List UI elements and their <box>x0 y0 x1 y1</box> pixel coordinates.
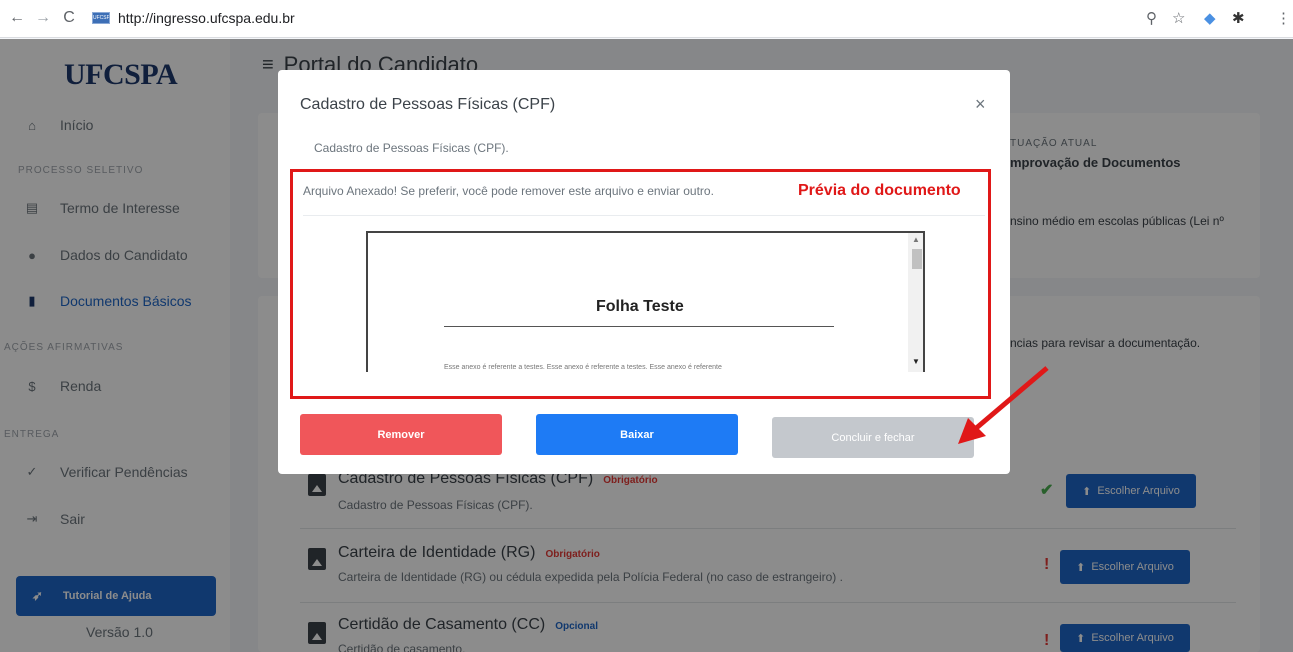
favicon-icon: UFCSPA <box>92 12 110 24</box>
browser-toolbar: ← → C UFCSPA http://ingresso.ufcspa.edu.… <box>0 0 1293 38</box>
url-text: http://ingresso.ufcspa.edu.br <box>118 10 295 26</box>
puzzle-icon[interactable]: ✱ <box>1232 9 1245 27</box>
reload-icon[interactable]: C <box>58 9 80 27</box>
scroll-thumb[interactable] <box>912 249 922 269</box>
zoom-icon[interactable]: ⚲ <box>1146 9 1157 27</box>
scroll-down-icon[interactable]: ▼ <box>912 357 920 366</box>
divider <box>303 215 985 216</box>
document-preview-highlight: Arquivo Anexado! Se preferir, você pode … <box>290 169 991 399</box>
pdf-rule <box>444 326 834 327</box>
pdf-title: Folha Teste <box>596 298 684 315</box>
extension-icon[interactable]: ◆ <box>1204 9 1216 27</box>
download-button[interactable]: Baixar <box>536 414 738 455</box>
pdf-scrollbar[interactable]: ▲ ▼ <box>908 233 923 372</box>
cpf-modal: Cadastro de Pessoas Físicas (CPF) × Cada… <box>278 70 1010 474</box>
forward-icon[interactable]: → <box>32 9 54 27</box>
scroll-up-icon[interactable]: ▲ <box>912 235 920 244</box>
back-icon[interactable]: ← <box>6 9 28 27</box>
attached-message: Arquivo Anexado! Se preferir, você pode … <box>303 184 714 198</box>
modal-description: Cadastro de Pessoas Físicas (CPF). <box>314 141 509 155</box>
pdf-body-text: Esse anexo é referente a testes. Esse an… <box>444 364 722 371</box>
preview-annotation: Prévia do documento <box>798 182 961 199</box>
pdf-viewer[interactable]: Folha Teste Esse anexo é referente a tes… <box>366 231 925 372</box>
close-icon[interactable]: × <box>975 94 986 115</box>
modal-title: Cadastro de Pessoas Físicas (CPF) <box>300 96 556 113</box>
finish-close-button[interactable]: Concluir e fechar <box>772 417 974 458</box>
address-bar[interactable]: UFCSPA http://ingresso.ufcspa.edu.br <box>92 10 295 26</box>
star-icon[interactable]: ☆ <box>1172 9 1185 27</box>
remove-button[interactable]: Remover <box>300 414 502 455</box>
menu-dots-icon[interactable]: ⋮ <box>1276 9 1291 27</box>
